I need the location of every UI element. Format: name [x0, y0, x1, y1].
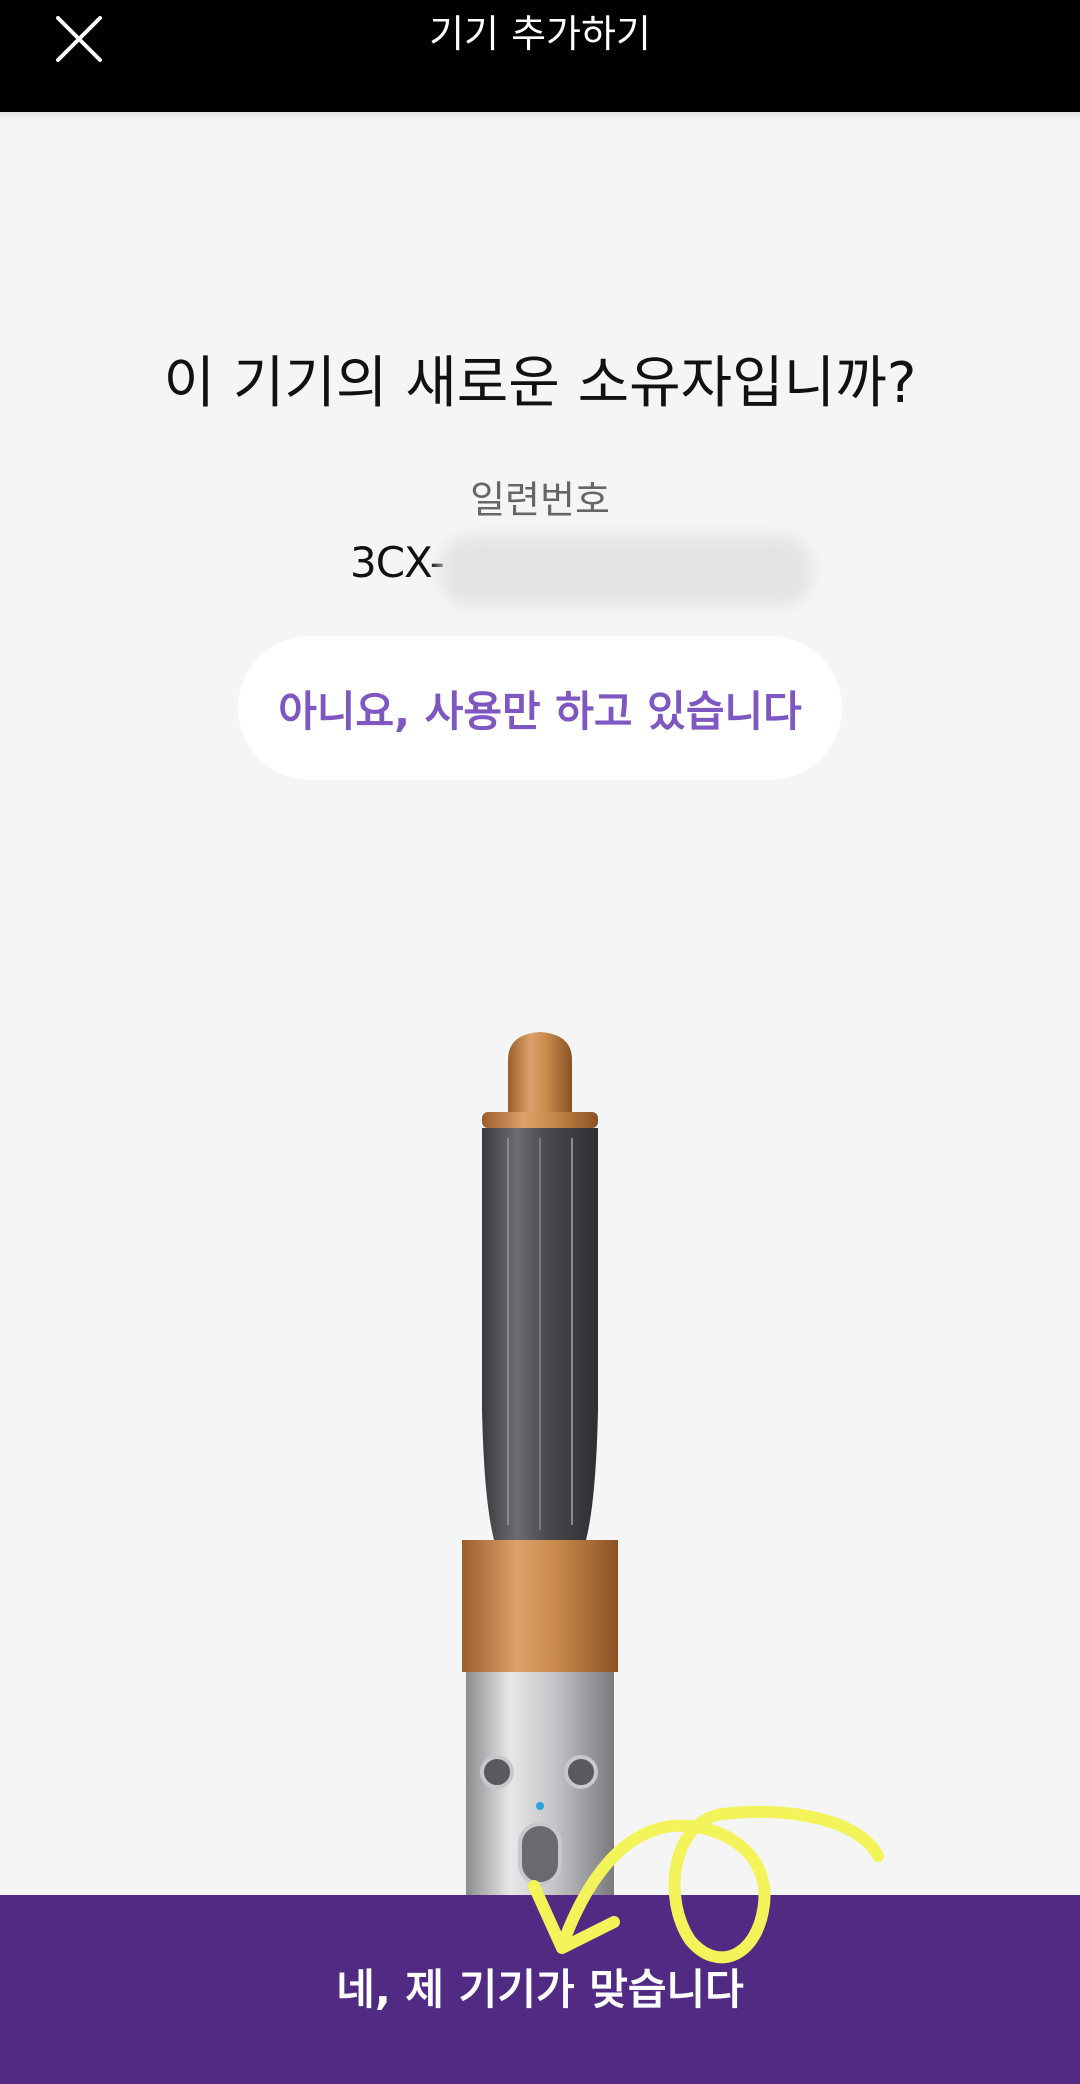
- serial-number-value: 3CX-: [350, 534, 812, 606]
- header-shadow: [0, 112, 1080, 120]
- product-image: [462, 1032, 618, 1920]
- serial-number-label: 일련번호: [470, 478, 610, 522]
- ownership-question: 이 기기의 새로운 소유자입니까?: [163, 351, 917, 416]
- not-owner-button[interactable]: 아니요, 사용만 하고 있습니다: [238, 636, 842, 780]
- serial-number-redaction: [440, 536, 812, 606]
- serial-number-prefix: 3CX-: [350, 538, 445, 587]
- header-bar: 기기 추가하기: [0, 0, 1080, 112]
- confirm-owner-button-label[interactable]: 네, 제 기기가 맞습니다: [0, 1962, 1080, 2018]
- page-title: 기기 추가하기: [429, 12, 651, 56]
